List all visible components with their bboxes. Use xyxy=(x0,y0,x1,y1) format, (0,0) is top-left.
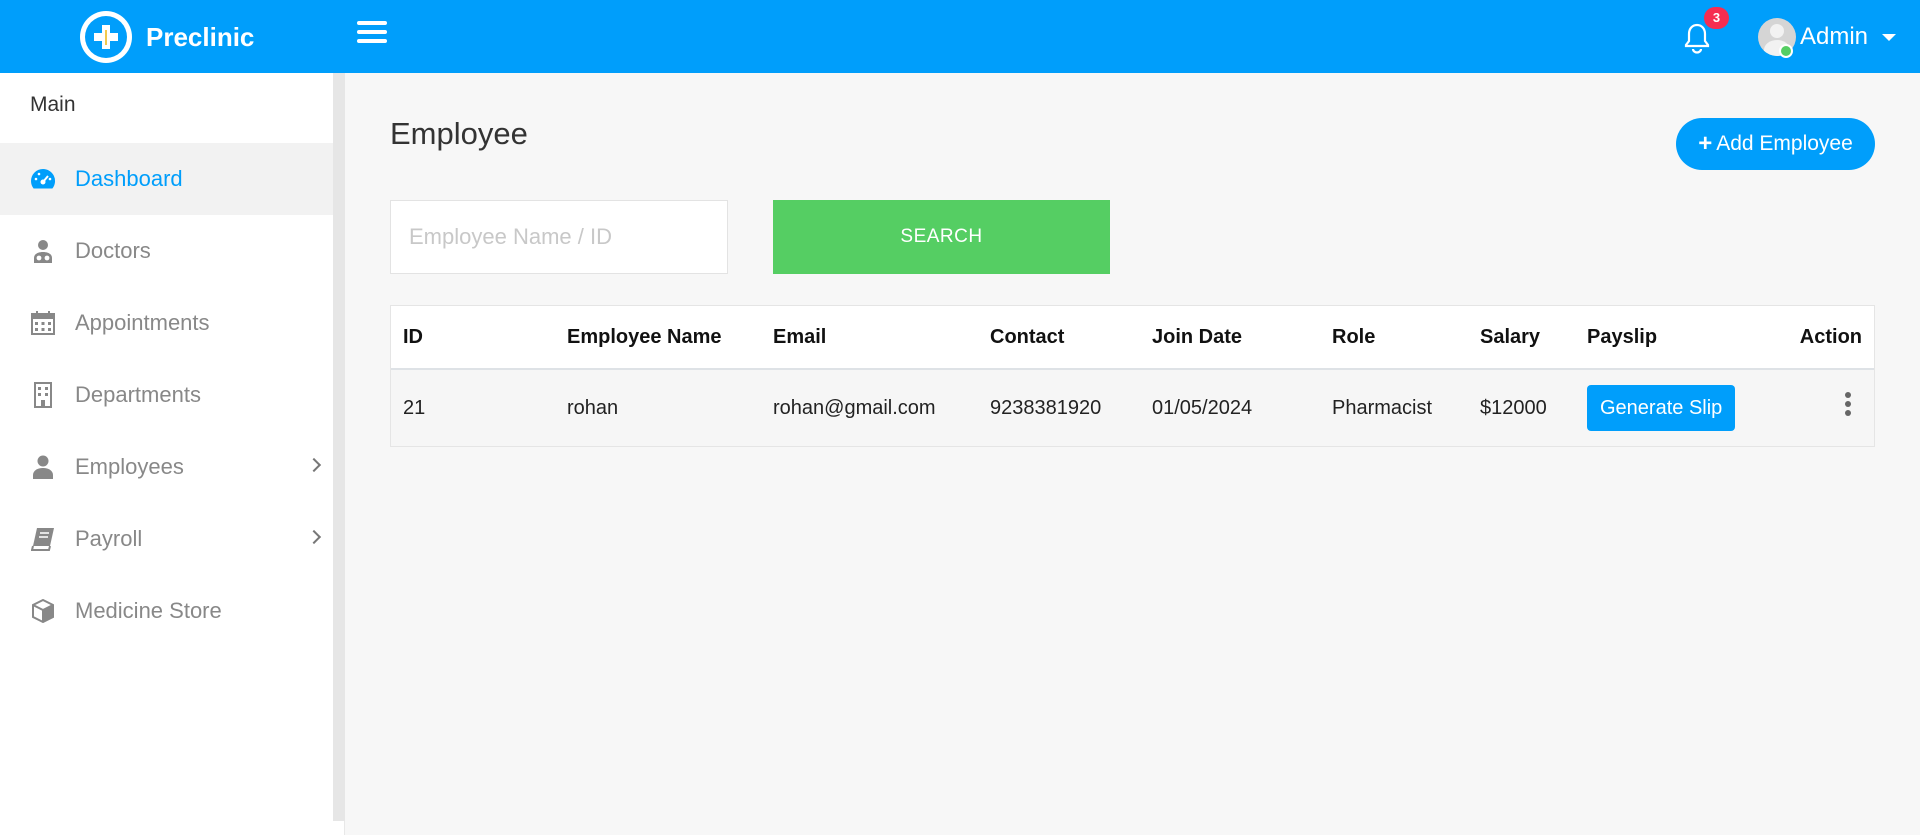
calendar-icon xyxy=(30,310,56,336)
book-icon xyxy=(30,526,56,552)
sidebar-item-medicine-store[interactable]: Medicine Store xyxy=(0,575,333,647)
user-icon xyxy=(30,454,56,480)
more-vertical-icon[interactable] xyxy=(1844,391,1852,419)
column-header-contact[interactable]: Contact xyxy=(978,306,1140,370)
sidebar-scrollbar[interactable] xyxy=(333,73,345,821)
search-button[interactable]: SEARCH xyxy=(773,200,1110,274)
cell-employee-name: rohan xyxy=(555,369,761,446)
page-title: Employee xyxy=(390,116,528,151)
user-name: Admin xyxy=(1800,23,1869,50)
hamburger-menu-icon[interactable] xyxy=(357,21,387,51)
table-row: 21 rohan rohan@gmail.com 9238381920 01/0… xyxy=(391,369,1874,446)
chevron-right-icon xyxy=(306,457,322,473)
cell-salary: $12000 xyxy=(1468,369,1575,446)
employee-table: ID Employee Name Email Contact Join Date… xyxy=(390,305,1875,447)
dashboard-gauge-icon xyxy=(30,166,56,192)
sidebar-item-label: Departments xyxy=(75,382,201,407)
cube-icon xyxy=(30,598,56,624)
top-header: Preclinic 3 Admin xyxy=(0,0,1920,73)
sidebar-item-label: Appointments xyxy=(75,310,210,335)
doctor-icon xyxy=(30,238,56,264)
column-header-payslip[interactable]: Payslip xyxy=(1575,306,1755,370)
logo[interactable]: Preclinic xyxy=(80,11,254,63)
plus-icon: + xyxy=(1698,130,1713,157)
sidebar-item-label: Doctors xyxy=(75,238,151,263)
sidebar-item-dashboard[interactable]: Dashboard xyxy=(0,143,333,215)
cell-role: Pharmacist xyxy=(1320,369,1468,446)
generate-slip-button[interactable]: Generate Slip xyxy=(1587,385,1736,431)
notification-count-badge: 3 xyxy=(1704,7,1729,29)
sidebar-item-label: Employees xyxy=(75,454,184,479)
chevron-right-icon xyxy=(306,529,322,545)
column-header-action: Action xyxy=(1755,306,1874,370)
add-employee-label: Add Employee xyxy=(1716,132,1853,155)
sidebar-section-title: Main xyxy=(30,93,76,116)
cell-contact: 9238381920 xyxy=(978,369,1140,446)
cell-join-date: 01/05/2024 xyxy=(1140,369,1320,446)
column-header-join-date[interactable]: Join Date xyxy=(1140,306,1320,370)
sidebar-item-label: Dashboard xyxy=(75,166,183,191)
column-header-email[interactable]: Email xyxy=(761,306,978,370)
building-icon xyxy=(30,382,56,408)
cell-payslip: Generate Slip xyxy=(1575,369,1755,446)
sidebar-item-appointments[interactable]: Appointments xyxy=(0,287,333,359)
cell-email: rohan@gmail.com xyxy=(761,369,978,446)
cell-action xyxy=(1755,369,1874,446)
app-name: Preclinic xyxy=(146,21,255,52)
column-header-role[interactable]: Role xyxy=(1320,306,1468,370)
sidebar-item-label: Medicine Store xyxy=(75,598,222,623)
column-header-id[interactable]: ID xyxy=(391,306,555,370)
sidebar-item-payroll[interactable]: Payroll xyxy=(0,503,333,575)
sidebar: Main Dashboard Doctors Appointments Depa… xyxy=(0,73,345,835)
sidebar-item-doctors[interactable]: Doctors xyxy=(0,215,333,287)
cell-id: 21 xyxy=(391,369,555,446)
online-status-dot xyxy=(1779,44,1793,58)
caret-down-icon xyxy=(1882,33,1897,41)
employee-search-input[interactable] xyxy=(390,200,728,274)
sidebar-item-employees[interactable]: Employees xyxy=(0,431,333,503)
add-employee-button[interactable]: + Add Employee xyxy=(1676,118,1875,170)
column-header-salary[interactable]: Salary xyxy=(1468,306,1575,370)
column-header-employee-name[interactable]: Employee Name xyxy=(555,306,761,370)
sidebar-item-departments[interactable]: Departments xyxy=(0,359,333,431)
table-header-row: ID Employee Name Email Contact Join Date… xyxy=(391,306,1874,370)
sidebar-item-label: Payroll xyxy=(75,526,143,551)
logo-cross-icon xyxy=(80,11,132,63)
